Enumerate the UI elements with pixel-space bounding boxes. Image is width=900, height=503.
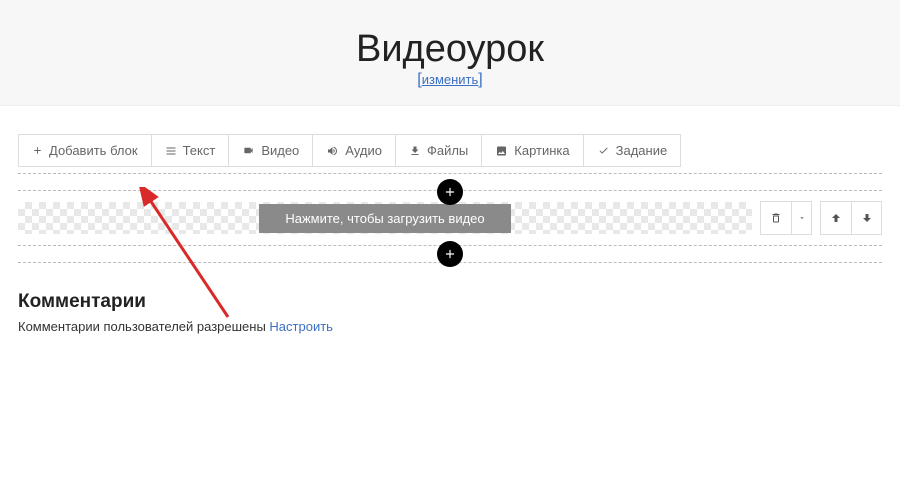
edit-link[interactable]: изменить (422, 72, 479, 87)
delete-dropdown-button[interactable] (791, 202, 811, 234)
divider-top (18, 173, 882, 191)
image-block-button[interactable]: Картинка (482, 135, 583, 166)
arrow-up-icon (830, 211, 842, 225)
divider-bottom (18, 245, 882, 263)
task-block-label: Задание (616, 143, 668, 158)
download-icon (409, 145, 421, 157)
add-block-label: Добавить блок (49, 143, 138, 158)
audio-block-button[interactable]: Аудио (313, 135, 396, 166)
volume-icon (326, 145, 339, 157)
upload-video-button[interactable]: Нажмите, чтобы загрузить видео (259, 204, 510, 233)
plus-icon (443, 247, 457, 261)
video-camera-icon (242, 145, 255, 156)
configure-comments-link[interactable]: Настроить (269, 319, 333, 334)
video-block-row: Нажмите, чтобы загрузить видео (18, 201, 882, 235)
page-title: Видеоурок (0, 28, 900, 71)
text-block-label: Текст (183, 143, 216, 158)
delete-block-button[interactable] (761, 202, 791, 234)
arrow-down-icon (861, 211, 873, 225)
check-icon (597, 145, 610, 156)
delete-group (760, 201, 812, 235)
text-block-button[interactable]: Текст (152, 135, 230, 166)
comments-status-line: Комментарии пользователей разрешены Наст… (18, 319, 882, 334)
align-justify-icon (165, 145, 177, 157)
files-block-label: Файлы (427, 143, 468, 158)
files-block-button[interactable]: Файлы (396, 135, 482, 166)
insert-block-below-button[interactable] (437, 241, 463, 267)
caret-down-icon (798, 214, 806, 222)
comments-section: Комментарии Комментарии пользователей ра… (18, 291, 882, 334)
insert-block-above-button[interactable] (437, 179, 463, 205)
move-up-button[interactable] (821, 202, 851, 234)
comments-heading: Комментарии (18, 291, 882, 313)
audio-block-label: Аудио (345, 143, 382, 158)
edit-link-wrapper: [изменить] (0, 71, 900, 89)
video-block-label: Видео (261, 143, 299, 158)
comments-status-text: Комментарии пользователей разрешены (18, 319, 269, 334)
image-icon (495, 145, 508, 157)
move-down-button[interactable] (851, 202, 881, 234)
image-block-label: Картинка (514, 143, 569, 158)
move-group (820, 201, 882, 235)
video-block-button[interactable]: Видео (229, 135, 313, 166)
video-upload-area: Нажмите, чтобы загрузить видео (18, 202, 752, 234)
add-block-button[interactable]: Добавить блок (19, 135, 152, 166)
block-row-controls (760, 201, 882, 235)
task-block-button[interactable]: Задание (584, 135, 681, 166)
trash-icon (770, 211, 782, 225)
plus-icon (443, 185, 457, 199)
plus-icon (32, 145, 43, 156)
page-header: Видеоурок [изменить] (0, 0, 900, 106)
block-toolbar: Добавить блок Текст Видео Аудио Файлы Ка… (18, 134, 681, 167)
